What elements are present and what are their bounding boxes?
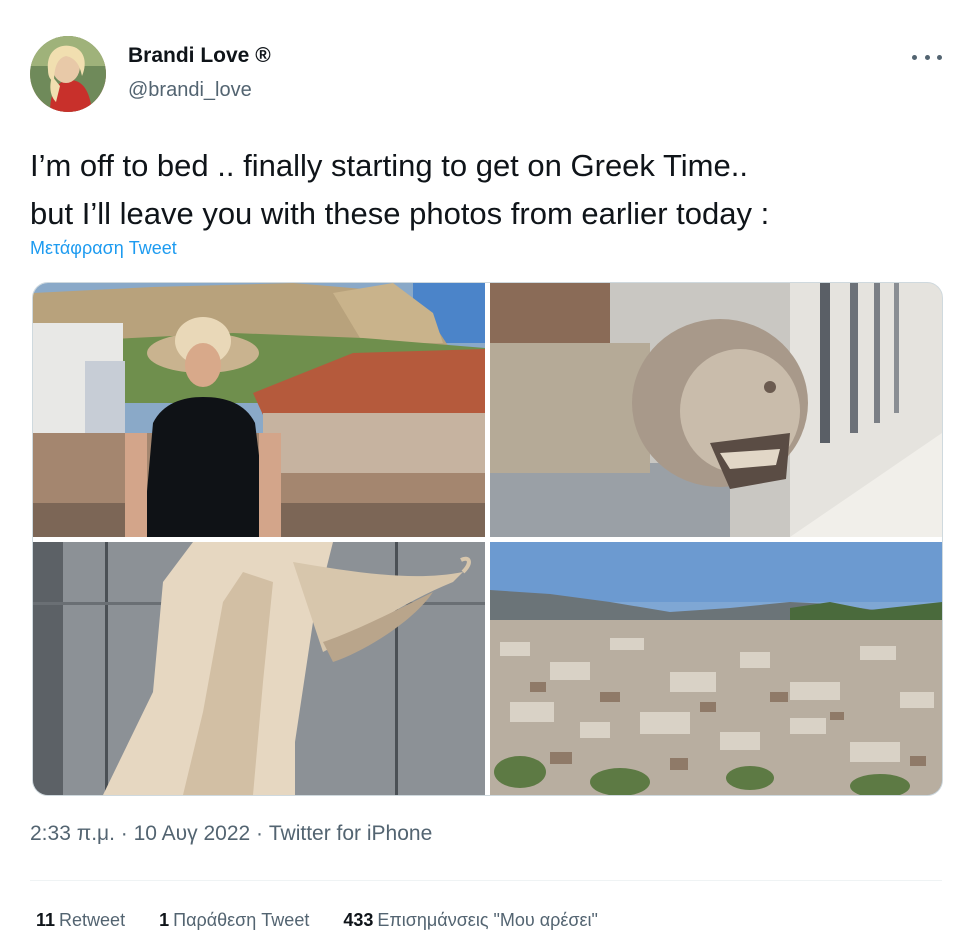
tweet-text-line: I’m off to bed .. finally starting to ge… — [30, 148, 748, 183]
avatar[interactable] — [30, 36, 106, 112]
author-handle[interactable]: @brandi_love — [128, 79, 252, 102]
quotes-count: 1 — [159, 910, 170, 930]
divider — [30, 880, 942, 881]
quotes-label: Παράθεση Tweet — [173, 910, 310, 930]
retweets-label: Retweet — [59, 910, 126, 930]
quote-tweets-stat[interactable]: 1 Παράθεση Tweet — [159, 910, 309, 931]
more-dot — [924, 54, 930, 60]
more-dot — [912, 54, 917, 60]
author-name[interactable]: Brandi Love ® — [128, 44, 271, 68]
tweet-card: Brandi Love ® @brandi_love I’m off to be… — [0, 0, 960, 948]
more-horizontal-icon[interactable] — [912, 46, 942, 68]
photo-woman-terrace[interactable] — [33, 283, 485, 537]
retweets-stat[interactable]: 11 Retweet — [36, 910, 125, 931]
likes-label: Επισημάνσεις "Μου αρέσει" — [377, 910, 598, 930]
likes-stat[interactable]: 433 Επισημάνσεις "Μου αρέσει" — [343, 910, 598, 931]
tweet-timestamp[interactable]: 2:33 π.μ. · 10 Αυγ 2022 · Twitter for iP… — [30, 822, 432, 846]
translate-tweet-link[interactable]: Μετάφραση Tweet — [30, 238, 177, 259]
tweet-text: I’m off to bed .. finally starting to ge… — [30, 142, 935, 238]
photo-city-view[interactable] — [490, 542, 942, 795]
retweets-count: 11 — [36, 910, 56, 930]
tweet-text-line: but I’ll leave you with these photos fro… — [30, 196, 770, 231]
likes-count: 433 — [343, 910, 374, 930]
photo-lion-sculpture[interactable] — [490, 283, 942, 537]
more-dot — [937, 54, 942, 60]
engagement-stats: 11 Retweet 1 Παράθεση Tweet 433 Επισημάνσει… — [36, 910, 598, 931]
avatar-image — [30, 36, 106, 112]
media-grid — [32, 282, 943, 796]
photo-statue-drapery[interactable] — [33, 542, 485, 795]
